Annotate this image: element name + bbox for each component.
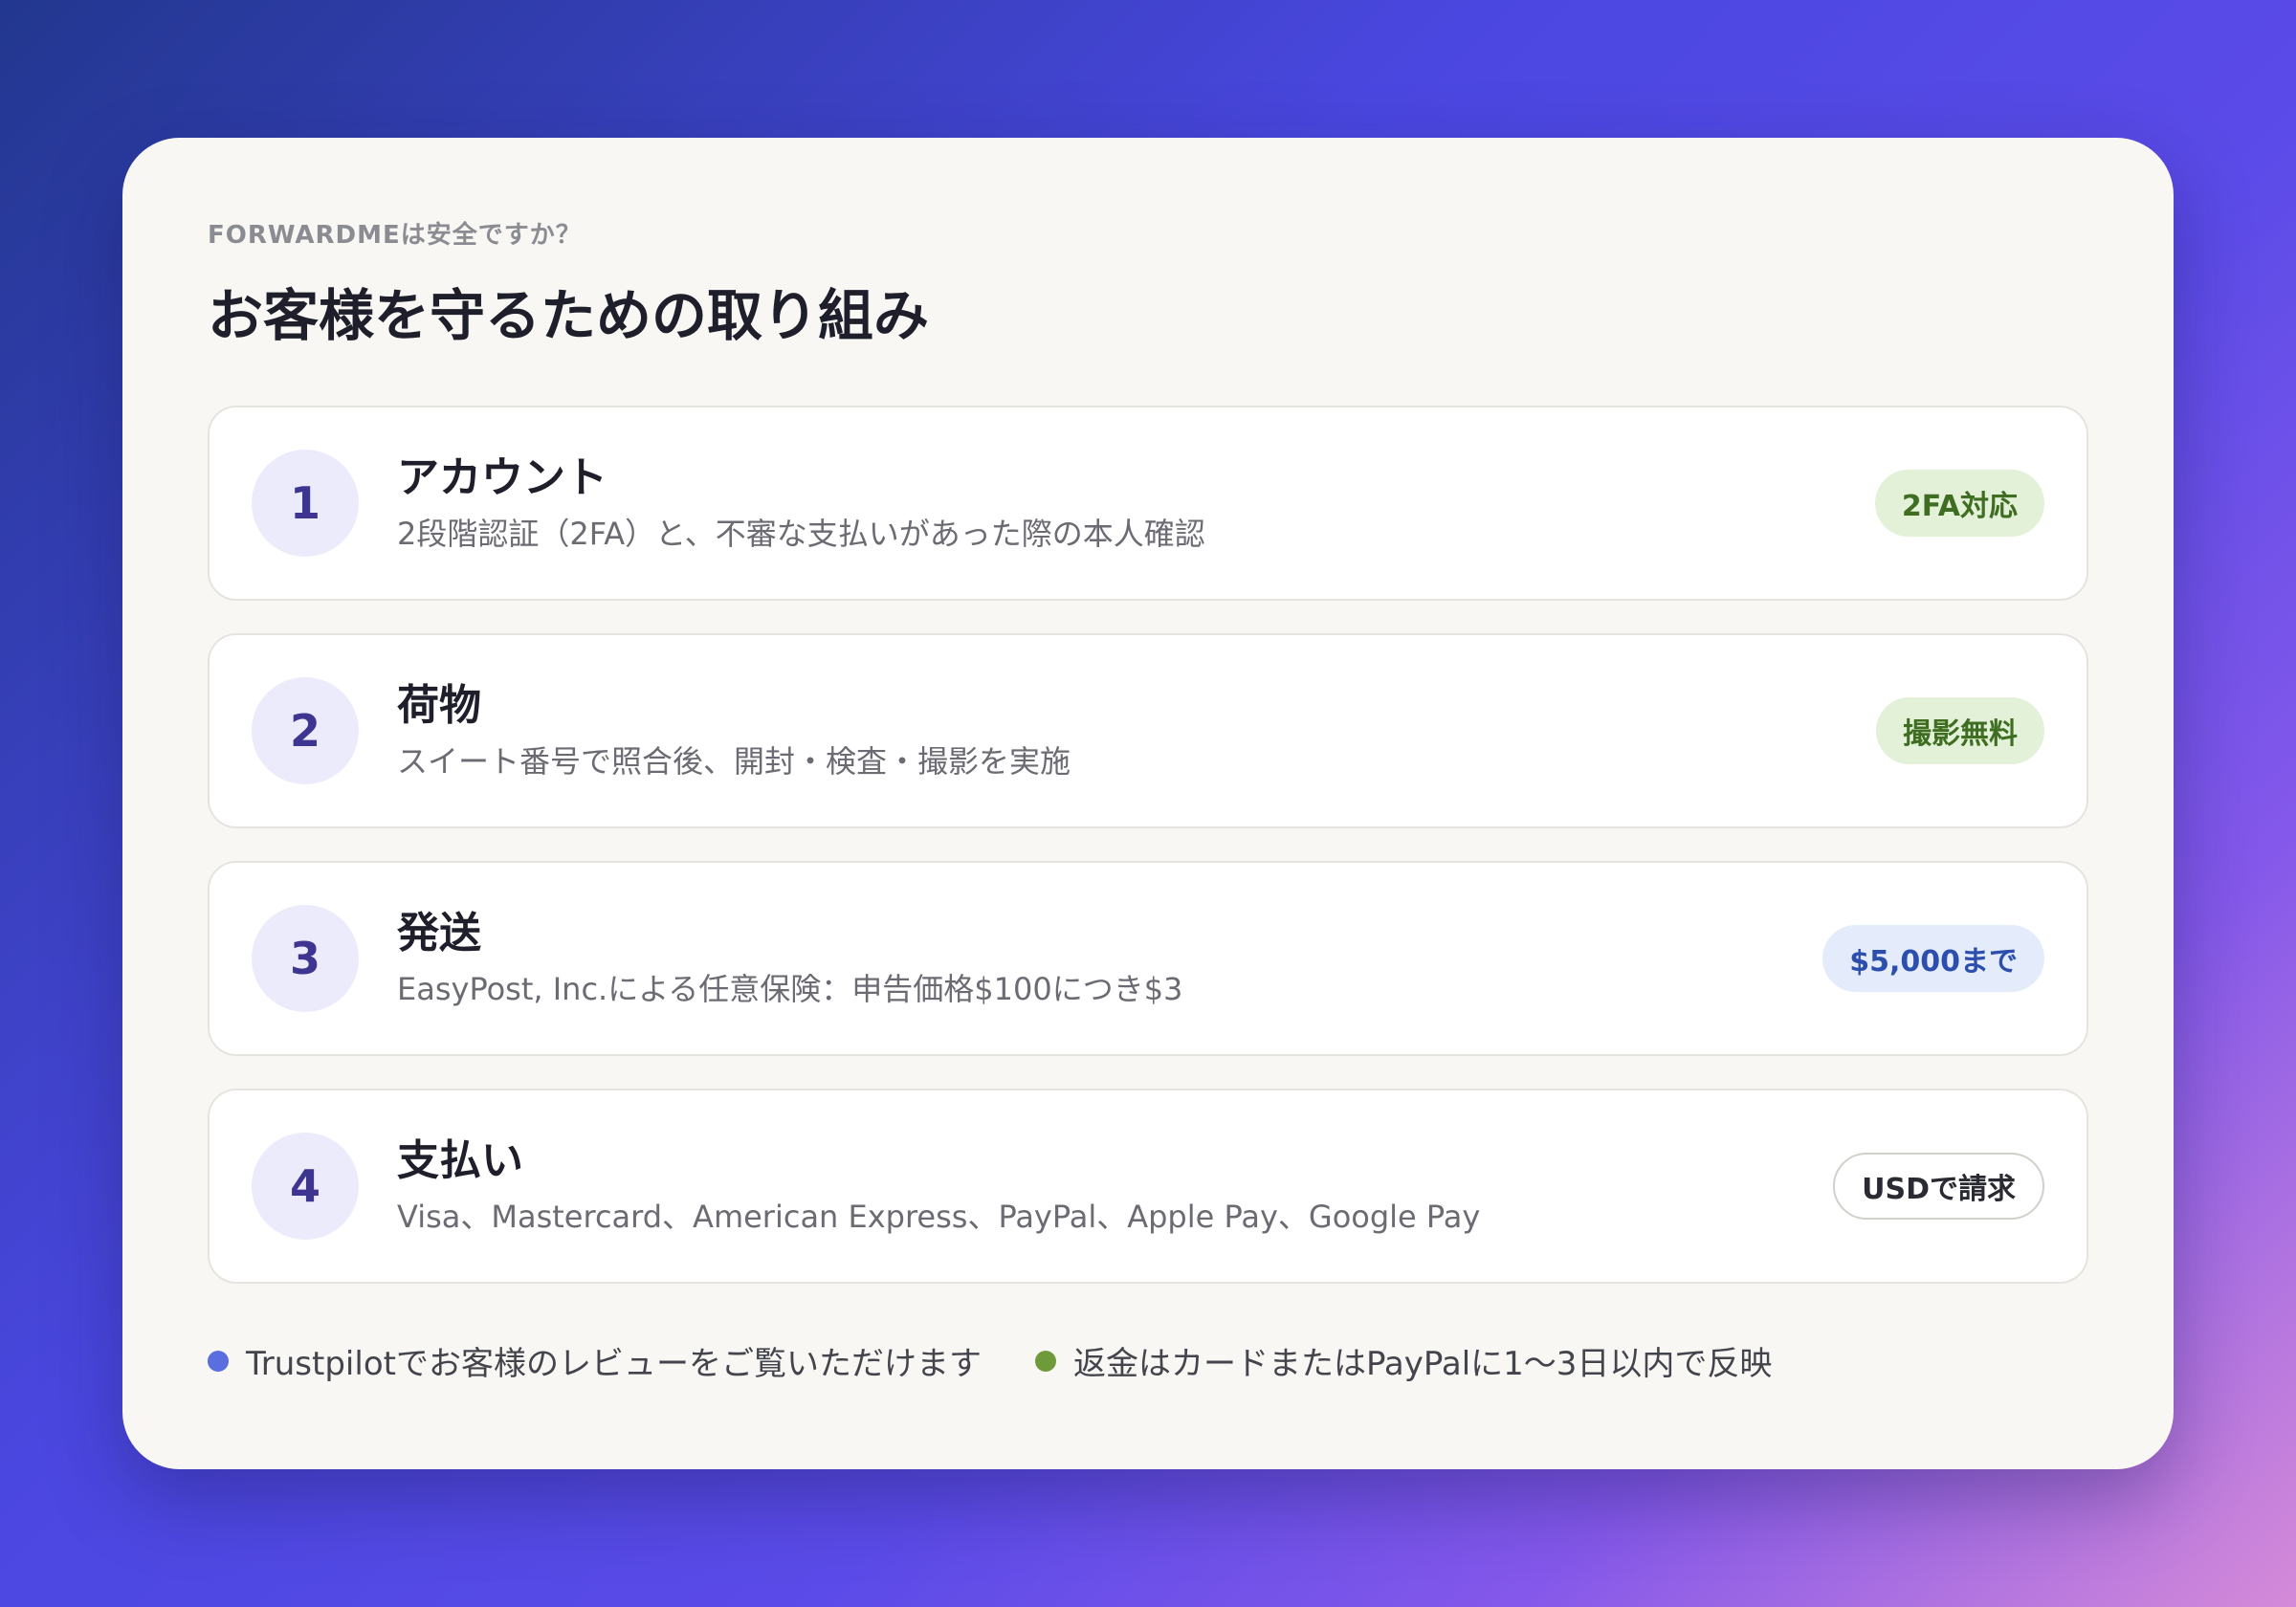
footer-note-reviews[interactable]: Trustpilotでお客様のレビューをご覧いただけます (208, 1337, 982, 1384)
status-badge: 2FA対応 (1874, 470, 2044, 537)
status-badge: 撮影無料 (1876, 697, 2044, 764)
note-text: Trustpilotでお客様のレビューをご覧いただけます (246, 1345, 982, 1383)
security-item-package: 2 荷物 スイート番号で照合後、開封・検査・撮影を実施 撮影無料 (208, 633, 2088, 828)
item-text: アカウント 2段階認証（2FA）と、不審な支払いがあった際の本人確認 (397, 451, 1875, 555)
section-eyebrow: FORWARDMEは安全ですか？ (208, 221, 582, 250)
item-title: 支払い (397, 1136, 523, 1185)
step-number: 3 (252, 905, 359, 1012)
security-item-shipping: 3 発送 EasyPost, Inc.による任意保険：申告価格$100につき$3… (208, 861, 2088, 1056)
item-text: 発送 EasyPost, Inc.による任意保険：申告価格$100につき$3 (397, 907, 1822, 1010)
footer-notes: Trustpilotでお客様のレビューをご覧いただけます 返金はカードまたはPa… (208, 1337, 2088, 1384)
security-card: FORWARDMEは安全ですか？ お客様を守るための取り組み 1 アカウント 2… (122, 138, 2174, 1469)
green-dot-icon (1034, 1350, 1056, 1372)
item-title: 荷物 (397, 681, 481, 730)
item-description: Visa、Mastercard、American Express、PayPal、… (397, 1199, 1481, 1235)
security-item-payment: 4 支払い Visa、Mastercard、American Express、P… (208, 1089, 2088, 1284)
security-item-account: 1 アカウント 2段階認証（2FA）と、不審な支払いがあった際の本人確認 2FA… (208, 406, 2088, 601)
item-description: スイート番号で照合後、開封・検査・撮影を実施 (397, 743, 1071, 780)
item-description: 2段階認証（2FA）と、不審な支払いがあった際の本人確認 (397, 516, 1205, 552)
blue-dot-icon (208, 1350, 229, 1372)
item-text: 荷物 スイート番号で照合後、開封・検査・撮影を実施 (397, 679, 1876, 782)
step-number: 4 (252, 1133, 359, 1240)
footer-note-refunds: 返金はカードまたはPayPalに1〜3日以内で反映 (1034, 1337, 1773, 1384)
note-text: 返金はカードまたはPayPalに1〜3日以内で反映 (1072, 1345, 1773, 1383)
item-title: 発送 (397, 909, 481, 958)
step-number: 1 (252, 450, 359, 557)
item-description: EasyPost, Inc.による任意保険：申告価格$100につき$3 (397, 971, 1183, 1007)
step-number: 2 (252, 677, 359, 784)
item-text: 支払い Visa、Mastercard、American Express、Pay… (397, 1134, 1833, 1238)
status-badge: USDで請求 (1833, 1153, 2044, 1220)
status-badge: $5,000まで (1822, 925, 2044, 992)
item-title: アカウント (397, 453, 607, 502)
security-list: 1 アカウント 2段階認証（2FA）と、不審な支払いがあった際の本人確認 2FA… (208, 406, 2088, 1284)
page-title: お客様を守るための取り組み (208, 283, 930, 348)
